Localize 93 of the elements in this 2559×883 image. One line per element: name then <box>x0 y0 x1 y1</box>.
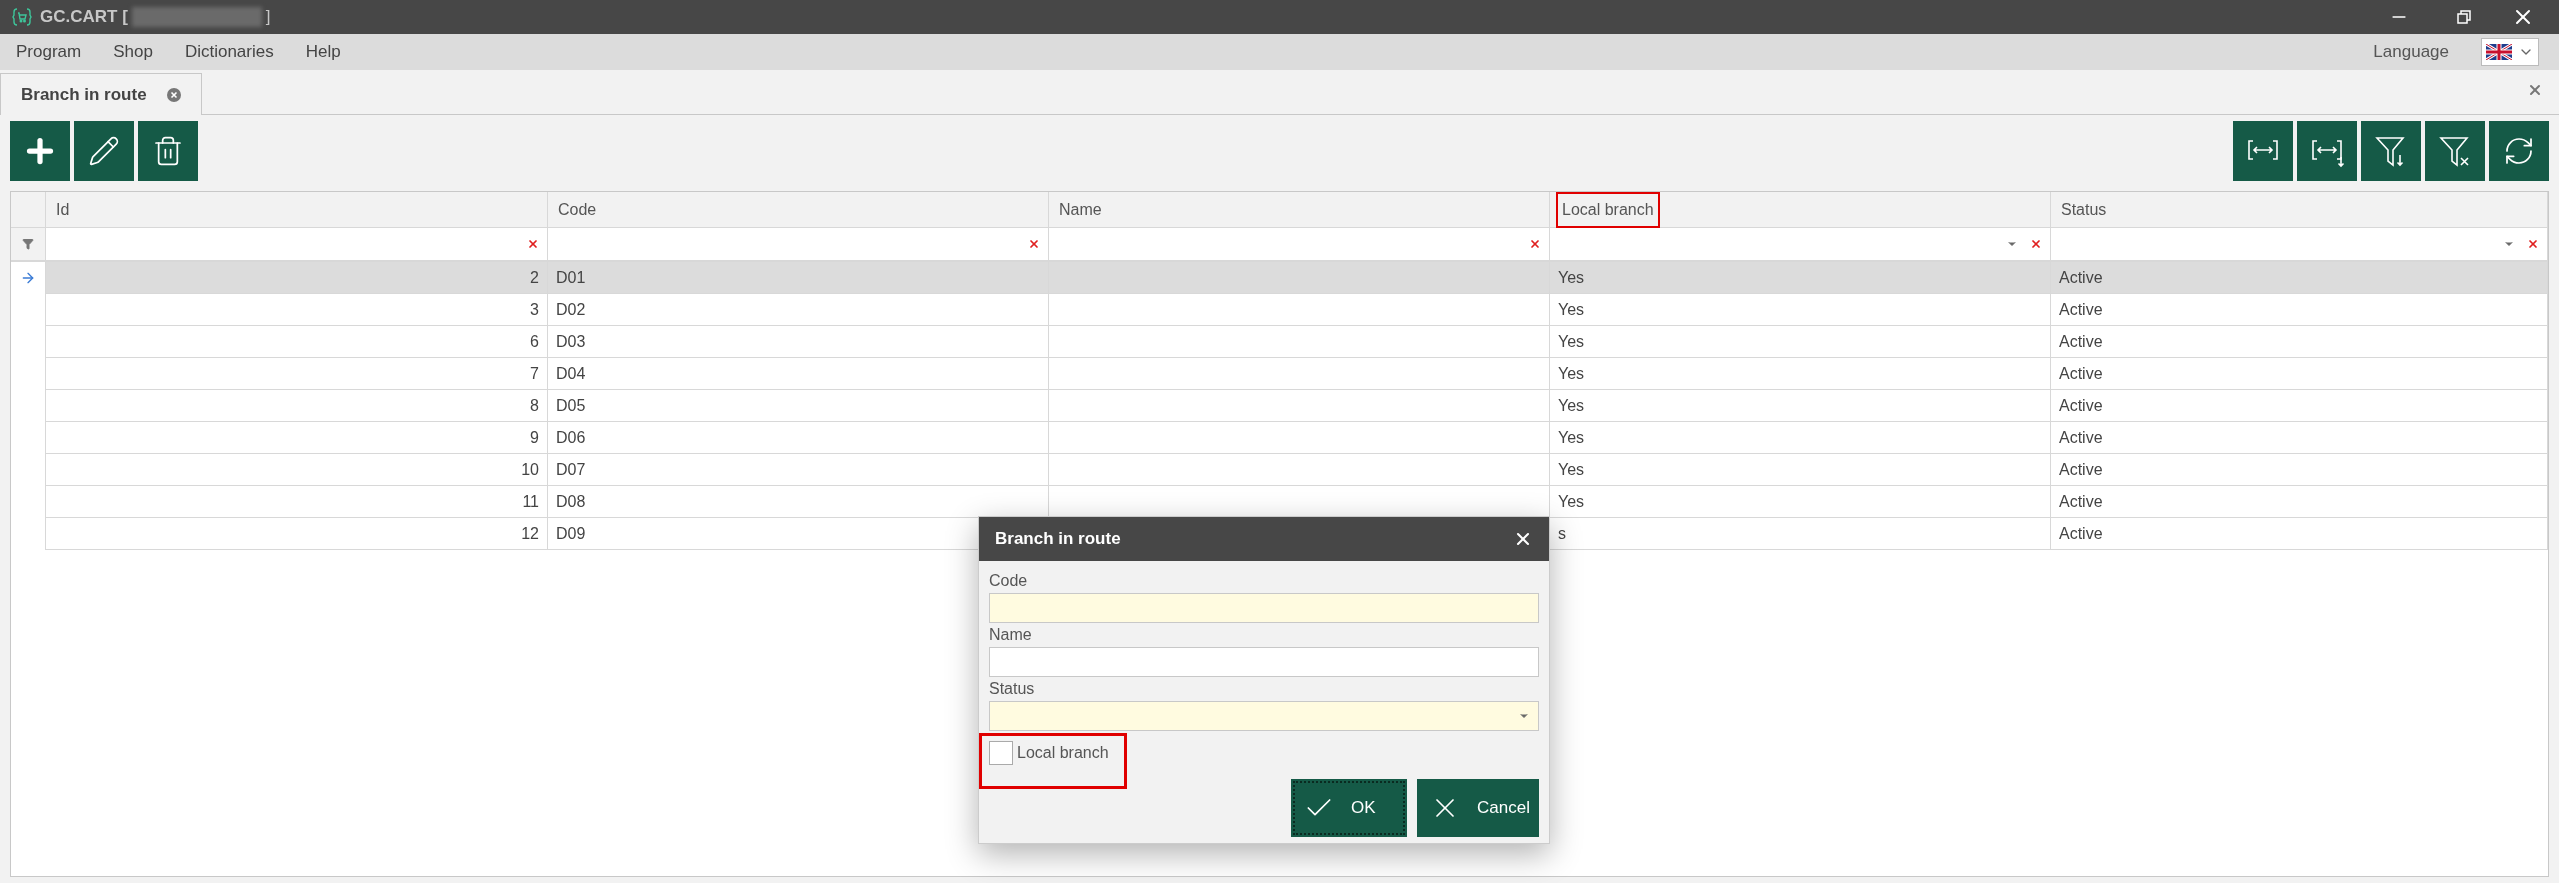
table-cell-text: Yes <box>1558 459 1585 480</box>
table-cell-text: D01 <box>556 267 586 288</box>
window-title: GC.CART [ <box>40 6 128 29</box>
table-row[interactable]: 9 D06 Yes Active <box>11 422 2548 454</box>
window-title-end: ] <box>265 6 271 29</box>
language-label: Language <box>2373 41 2449 64</box>
table-cell-text: Yes <box>1558 363 1585 384</box>
table-cell-text: Yes <box>1558 491 1585 512</box>
table-cell-text: Active <box>2059 523 2103 544</box>
table-cell-text: D03 <box>556 331 586 352</box>
clear-icon[interactable] <box>2030 238 2042 250</box>
current-row-icon <box>20 270 36 286</box>
table-cell-text: s <box>1558 523 1566 544</box>
toolbar-button[interactable] <box>2233 121 2293 181</box>
field-label: Status <box>989 679 1036 699</box>
table-cell-text: Active <box>2059 459 2103 480</box>
dialog-title: Branch in route <box>995 528 1121 551</box>
dropdown-field[interactable] <box>989 701 1539 731</box>
toolbar-button[interactable] <box>138 121 198 181</box>
table-cell-text: D08 <box>556 491 586 512</box>
table-cell-text: 10 <box>521 459 539 480</box>
table-cell-text: D05 <box>556 395 586 416</box>
clear-icon[interactable] <box>527 238 539 250</box>
table-cell-text: 12 <box>521 523 539 544</box>
toolbar-button[interactable] <box>10 121 70 181</box>
input-field[interactable] <box>989 593 1539 623</box>
refresh-icon <box>2503 135 2535 167</box>
table-cell-text: D09 <box>556 523 586 544</box>
table-row[interactable]: 8 D05 Yes Active <box>11 390 2548 422</box>
filter-icon <box>22 238 34 250</box>
trash-icon <box>152 135 184 167</box>
tab-label: Branch in route <box>21 83 147 106</box>
clear-icon[interactable] <box>1028 238 1040 250</box>
table-cell-text: Active <box>2059 395 2103 416</box>
table-row[interactable]: 2 D01 Yes Active <box>11 262 2548 294</box>
checkbox[interactable] <box>989 741 1013 765</box>
table-cell-text: Active <box>2059 427 2103 448</box>
toolbar-button[interactable] <box>2489 121 2549 181</box>
column-header[interactable]: Status <box>2057 193 2111 226</box>
column-header[interactable]: Code <box>554 193 601 226</box>
close-icon[interactable] <box>166 87 181 102</box>
table-row[interactable]: 10 D07 Yes Active <box>11 454 2548 486</box>
checkbox-row[interactable]: Local branch <box>979 733 1127 789</box>
table-cell-text: 6 <box>530 331 539 352</box>
table-row[interactable]: 7 D04 Yes Active <box>11 358 2548 390</box>
table-cell-text: Active <box>2059 331 2103 352</box>
ok-button[interactable]: OK <box>1291 779 1407 837</box>
table-cell-text: D02 <box>556 299 586 320</box>
table-cell-text: Yes <box>1558 331 1585 352</box>
menu-item[interactable]: Dictionaries <box>184 39 274 65</box>
table-cell-text: D07 <box>556 459 586 480</box>
toolbar-button[interactable] <box>2361 121 2421 181</box>
cart-logo-icon <box>12 7 32 27</box>
table-cell-text: D04 <box>556 363 586 384</box>
field-label: Name <box>989 625 1033 645</box>
table-cell-text: Yes <box>1558 267 1585 288</box>
menu-item[interactable]: Program <box>16 39 82 65</box>
column-header[interactable]: Local branch <box>1556 191 1660 228</box>
column-header[interactable]: Id <box>52 193 74 226</box>
toolbar-button[interactable] <box>74 121 134 181</box>
table-cell-text: 7 <box>530 363 539 384</box>
restore-icon[interactable] <box>2457 10 2471 24</box>
table-cell-text: Active <box>2059 491 2103 512</box>
table-cell-text: Yes <box>1558 395 1585 416</box>
column-header[interactable]: Name <box>1055 193 1106 226</box>
table-cell-text: Active <box>2059 267 2103 288</box>
table-cell-text: 11 <box>522 491 539 512</box>
table-cell-text: 8 <box>530 395 539 416</box>
field-label: Code <box>989 571 1029 591</box>
pencil-icon <box>88 135 120 167</box>
checkbox-label: Local branch <box>1017 743 1109 763</box>
table-cell-text: Yes <box>1558 427 1585 448</box>
cancel-button[interactable]: Cancel <box>1417 779 1539 837</box>
table-cell-text: Active <box>2059 363 2103 384</box>
menu-item[interactable]: Help <box>305 39 341 65</box>
table-cell-text: D06 <box>556 427 586 448</box>
language-dropdown[interactable] <box>2481 38 2539 66</box>
table-cell-text: 2 <box>530 267 539 288</box>
menu-item[interactable]: Shop <box>113 39 153 65</box>
table-cell-text: Active <box>2059 299 2103 320</box>
table-row[interactable]: 3 D02 Yes Active <box>11 294 2548 326</box>
clear-icon[interactable] <box>1529 238 1541 250</box>
toolbar-button[interactable] <box>2425 121 2485 181</box>
close-icon[interactable] <box>2527 82 2543 98</box>
tab[interactable]: Branch in route <box>0 73 202 115</box>
toolbar-button[interactable] <box>2297 121 2357 181</box>
flag-icon <box>2486 44 2512 60</box>
table-cell-text: Yes <box>1558 299 1585 320</box>
clear-icon[interactable] <box>2527 238 2539 250</box>
table-row[interactable]: 6 D03 Yes Active <box>11 326 2548 358</box>
table-cell-text: 3 <box>530 299 539 320</box>
input-field[interactable] <box>989 647 1539 677</box>
table-cell-text: 9 <box>530 427 539 448</box>
